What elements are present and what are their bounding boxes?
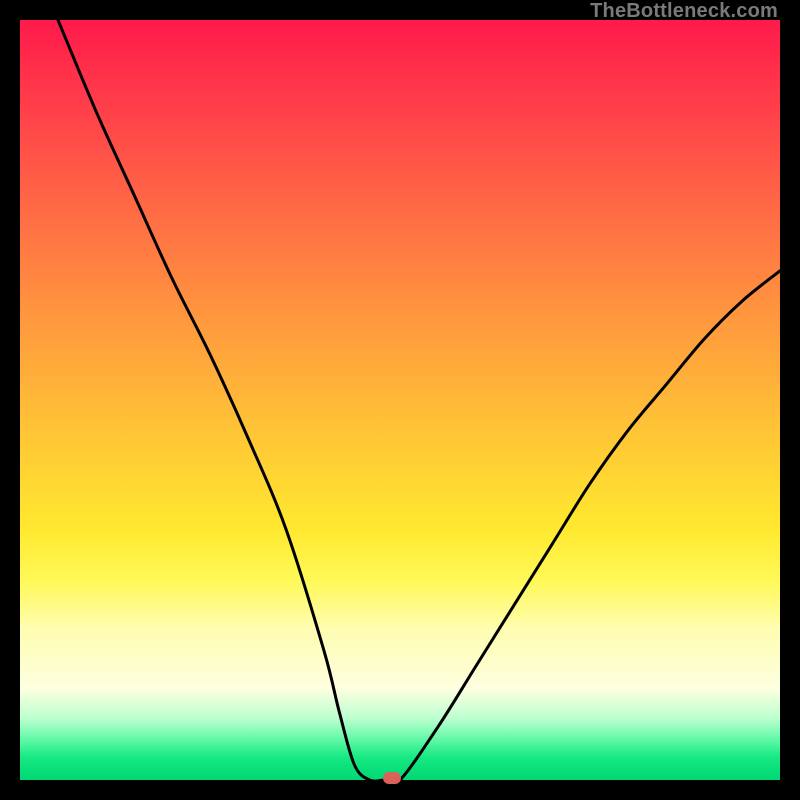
plot-area — [20, 20, 780, 780]
chart-frame: TheBottleneck.com — [0, 0, 800, 800]
min-marker — [383, 772, 401, 784]
bottleneck-curve — [20, 20, 780, 780]
